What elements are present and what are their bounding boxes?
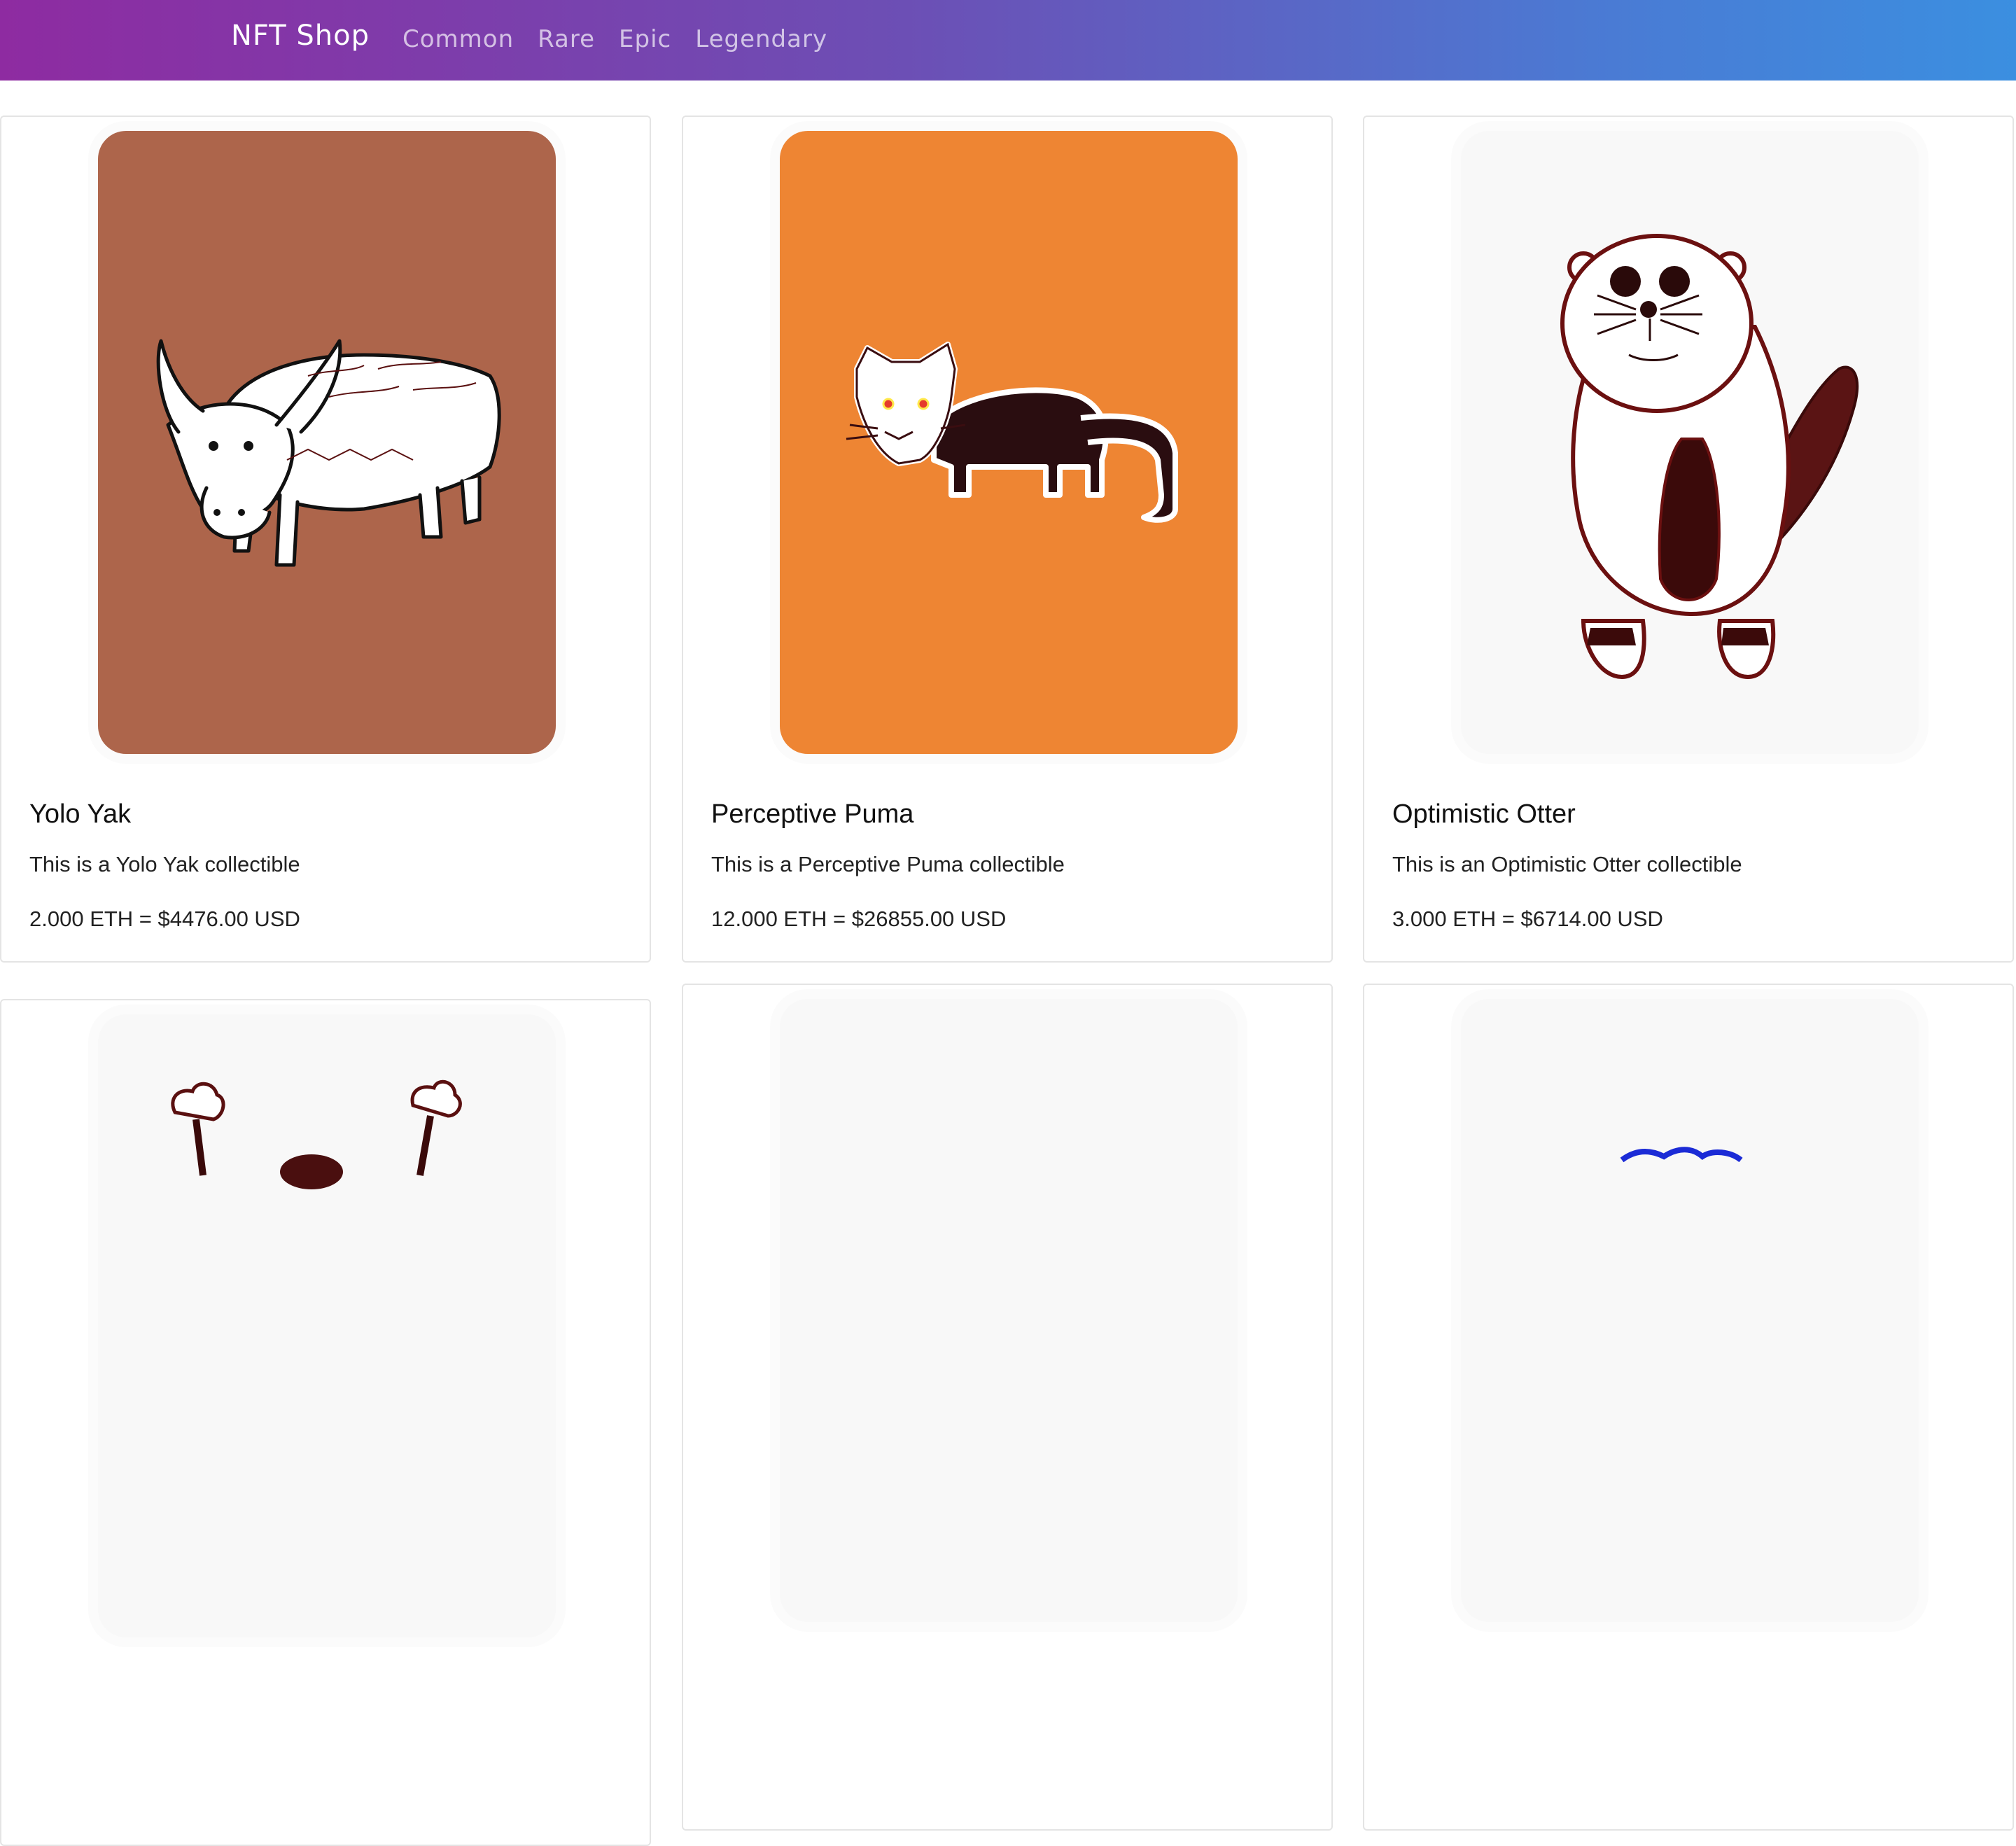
blue-image[interactable] [1461,999,1919,1622]
nav-link-legendary[interactable]: Legendary [695,25,827,53]
card-description: This is an Optimistic Otter collectible [1392,852,1742,876]
raised-arms-image[interactable] [98,1014,556,1637]
nav-link-rare[interactable]: Rare [538,25,595,53]
card-description: This is a Yolo Yak collectible [29,852,300,876]
brand-link[interactable]: NFT Shop [231,20,370,52]
card-title: Optimistic Otter [1392,799,1576,829]
puma-drawing [846,342,1178,523]
nav-link-common[interactable]: Common [402,25,514,53]
card-title: Perceptive Puma [711,799,914,829]
nav-link-epic[interactable]: Epic [619,25,671,53]
rarity-nav: Common Rare Epic Legendary [402,25,827,53]
top-navbar: NFT Shop Common Rare Epic Legendary [0,0,2016,81]
card-title: Yolo Yak [29,799,132,829]
nft-card-row2-1[interactable] [0,999,651,1846]
otter-drawing [1560,234,1859,680]
card-price: 3.000 ETH = $6714.00 USD [1392,907,1663,931]
raised-arms-drawing [171,1079,462,1189]
yak-image[interactable] [98,131,556,754]
blue-drawing [1620,1147,1743,1163]
card-description: This is a Perceptive Puma collectible [711,852,1065,876]
otter-image[interactable] [1461,131,1919,754]
nft-card-row2-2[interactable] [682,984,1333,1831]
nft-card-optimistic-otter[interactable]: Optimistic Otter This is an Optimistic O… [1363,116,2014,963]
nft-card-row2-3[interactable] [1363,984,2014,1831]
nft-card-yolo-yak[interactable]: Yolo Yak This is a Yolo Yak collectible … [0,116,651,963]
yak-drawing [156,339,501,567]
card-price: 12.000 ETH = $26855.00 USD [711,907,1007,931]
blank-image[interactable] [780,999,1238,1622]
blank-drawing [780,999,1238,1622]
puma-image[interactable] [780,131,1238,754]
nft-card-perceptive-puma[interactable]: Perceptive Puma This is a Perceptive Pum… [682,116,1333,963]
card-price: 2.000 ETH = $4476.00 USD [29,907,300,931]
